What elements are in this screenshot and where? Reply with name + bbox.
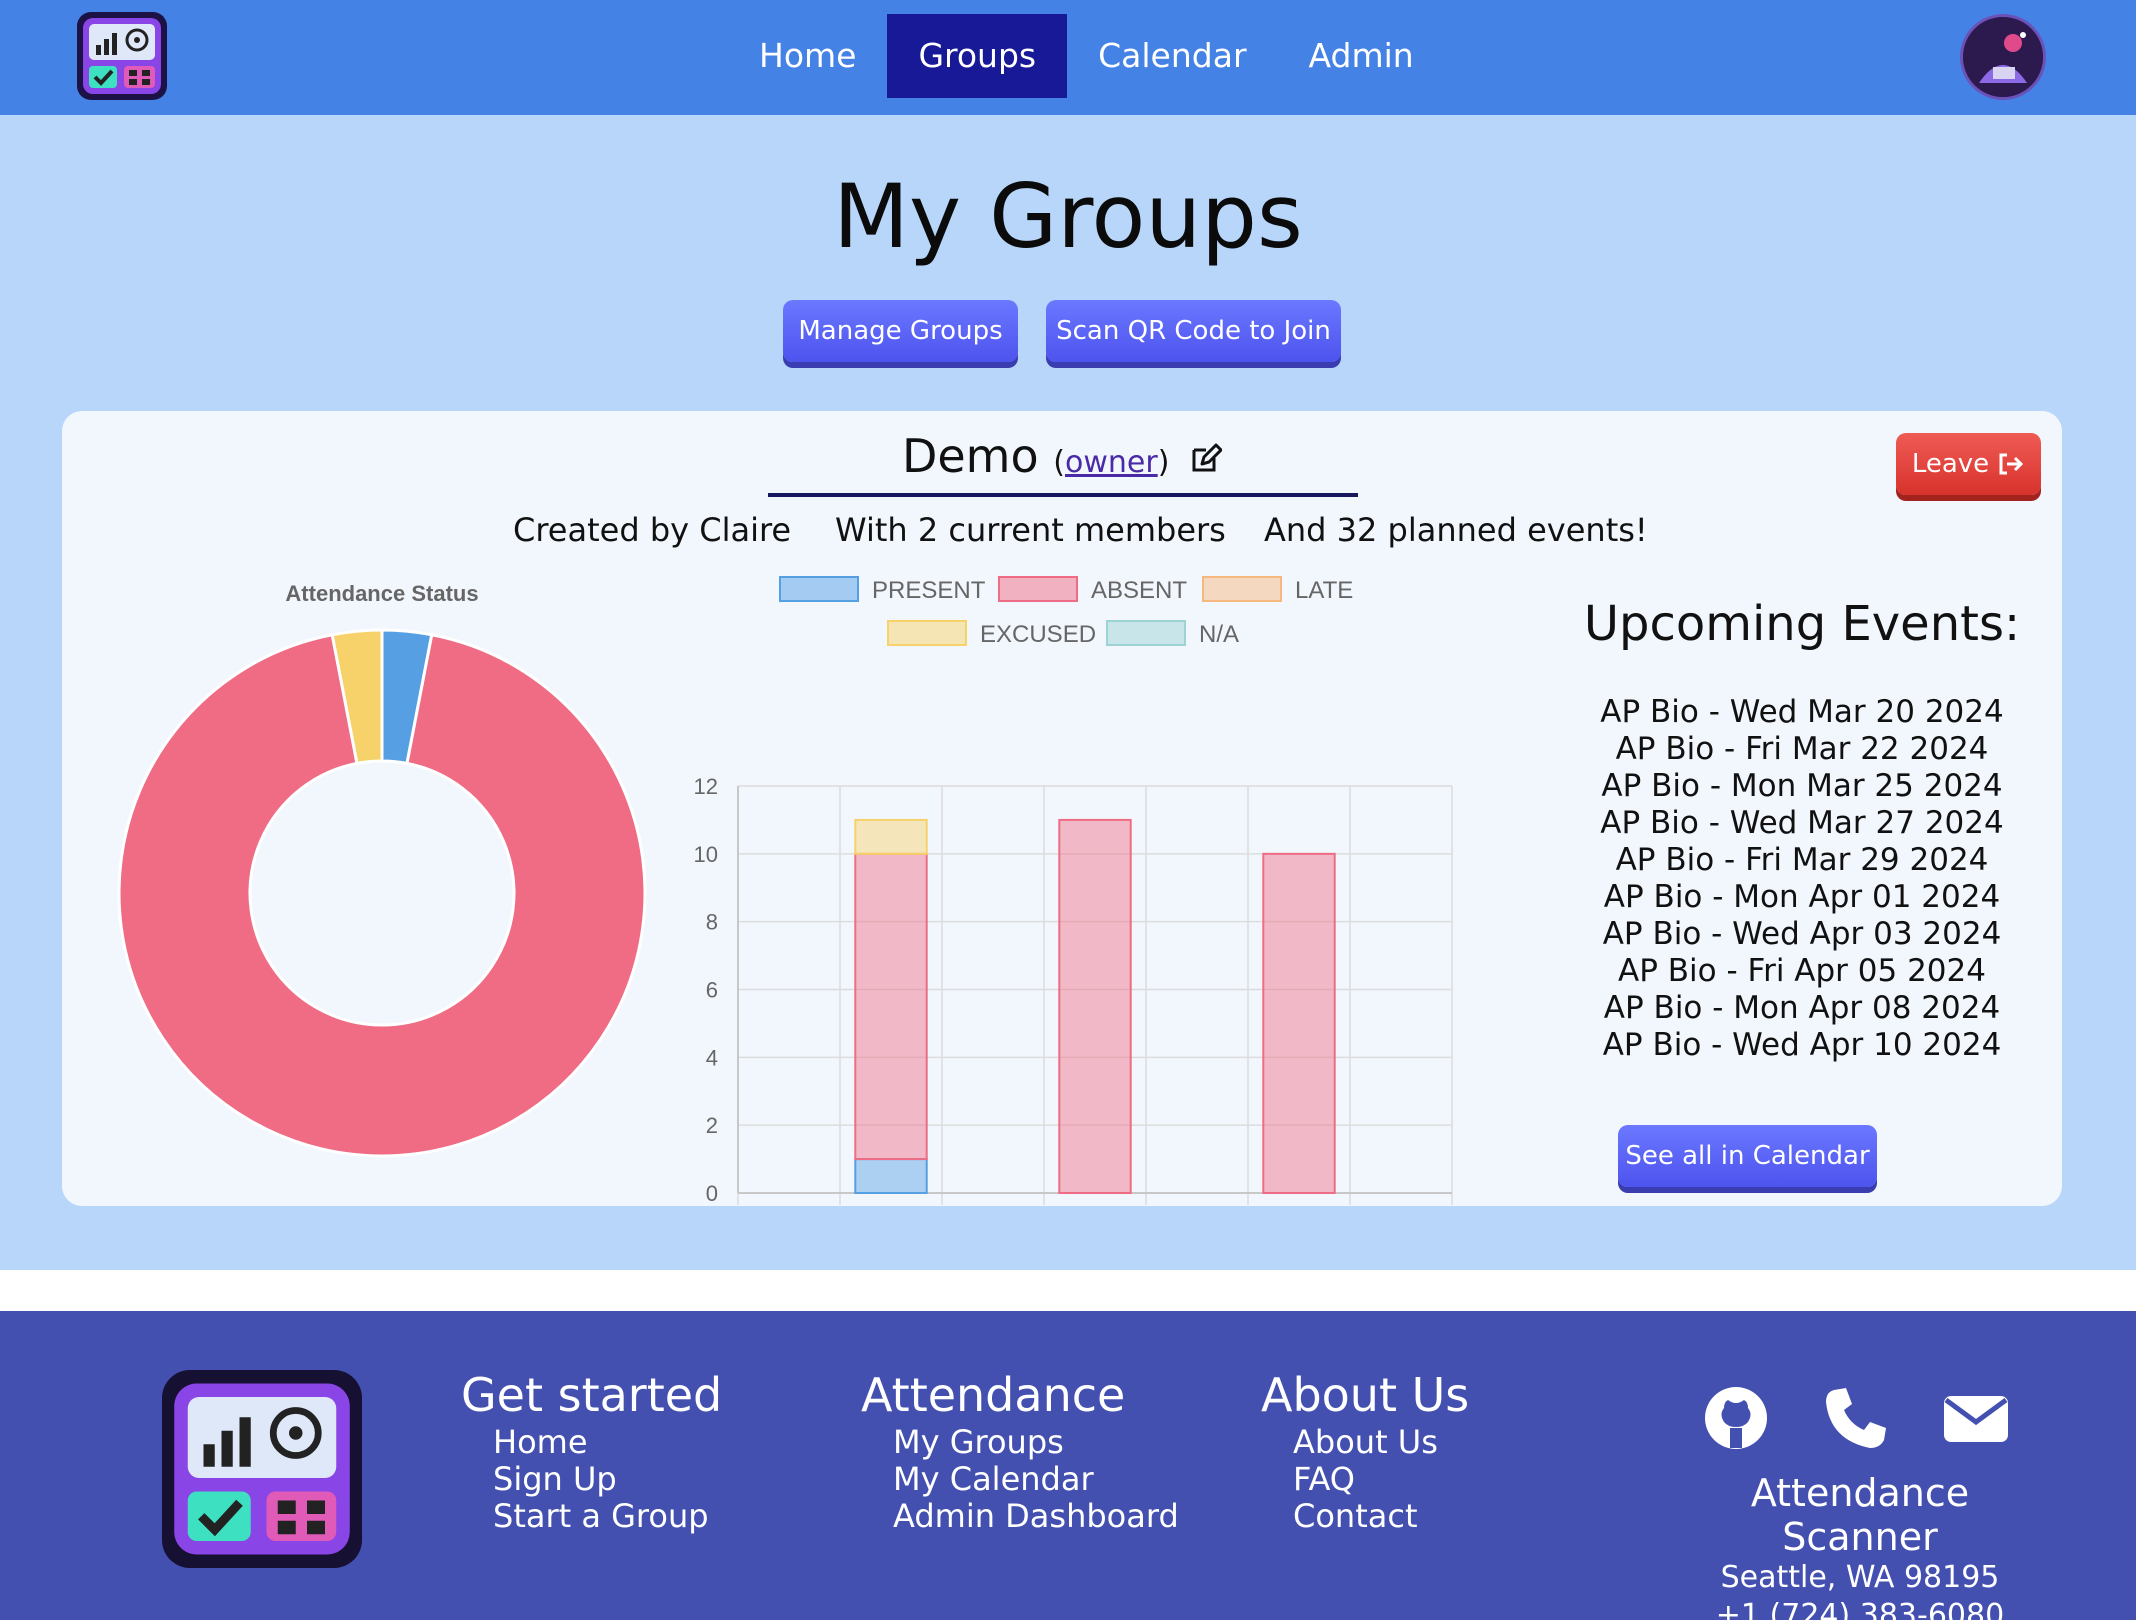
footer-col-title: Attendance	[861, 1368, 1126, 1422]
group-card: Demo (owner) Leave Created by Claire Wit…	[62, 411, 2062, 1206]
legend-label: PRESENT	[872, 577, 986, 604]
donut-title: Attendance Status	[285, 581, 478, 606]
footer: Get started Home Sign Up Start a Group A…	[0, 1311, 2136, 1620]
footer-logo[interactable]	[162, 1370, 362, 1568]
main-content: My Groups Manage Groups Scan QR Code to …	[0, 115, 2136, 1270]
upcoming-events-list: AP Bio - Wed Mar 20 2024 AP Bio - Fri Ma…	[1522, 694, 2082, 1064]
legend-swatch	[779, 576, 859, 602]
event-item[interactable]: AP Bio - Wed Mar 20 2024	[1522, 694, 2082, 731]
event-item[interactable]: AP Bio - Mon Apr 01 2024	[1522, 879, 2082, 916]
footer-col-title: About Us	[1261, 1368, 1470, 1422]
y-tick-label: 12	[694, 774, 718, 799]
org-location: Seattle, WA 98195	[1720, 1560, 2000, 1595]
footer-contact: Attendance Scanner Seattle, WA 98195 +1 …	[1670, 1471, 2050, 1620]
nav-link-home[interactable]: Home	[728, 14, 887, 98]
legend-label: N/A	[1199, 621, 1239, 648]
footer-link-faq[interactable]: FAQ	[1293, 1461, 1469, 1498]
y-tick-label: 8	[706, 910, 718, 935]
scan-qr-button[interactable]: Scan QR Code to Join	[1046, 300, 1341, 362]
leave-button[interactable]: Leave	[1896, 433, 2041, 495]
y-tick-label: 2	[706, 1113, 718, 1138]
bar-excused-monday	[854, 818, 928, 855]
event-item[interactable]: AP Bio - Fri Mar 22 2024	[1522, 731, 2082, 768]
footer-col-attendance: Attendance My Groups My Calendar Admin D…	[861, 1368, 1179, 1535]
event-item[interactable]: AP Bio - Fri Apr 05 2024	[1522, 953, 2082, 990]
y-tick-label: 0	[706, 1181, 718, 1206]
legend-swatch	[887, 620, 967, 646]
see-all-calendar-button[interactable]: See all in Calendar	[1618, 1125, 1877, 1187]
bar-present-monday	[854, 1158, 928, 1194]
phone-icon[interactable]	[1820, 1384, 1892, 1452]
legend-label: LATE	[1295, 577, 1353, 604]
upcoming-events-title: Upcoming Events:	[1583, 596, 2021, 652]
sign-out-icon	[1999, 453, 2024, 475]
y-tick-label: 10	[694, 842, 718, 867]
legend-label: EXCUSED	[980, 621, 1096, 648]
nav-links: Home Groups Calendar Admin	[728, 14, 1445, 98]
legend-swatch	[1202, 576, 1282, 602]
legend-swatch	[1106, 620, 1186, 646]
event-item[interactable]: AP Bio - Mon Apr 08 2024	[1522, 990, 2082, 1027]
bar-absent-monday	[854, 852, 928, 1161]
event-item[interactable]: AP Bio - Wed Apr 10 2024	[1522, 1027, 2082, 1064]
footer-link-my-groups[interactable]: My Groups	[893, 1424, 1179, 1461]
app-logo-icon	[83, 18, 161, 94]
github-icon[interactable]	[1700, 1384, 1772, 1452]
footer-link-contact[interactable]: Contact	[1293, 1498, 1469, 1535]
footer-link-start-group[interactable]: Start a Group	[493, 1498, 722, 1535]
footer-icons	[1700, 1384, 2012, 1452]
y-tick-label: 6	[706, 978, 718, 1003]
user-avatar[interactable]	[1960, 14, 2046, 100]
event-item[interactable]: AP Bio - Mon Mar 25 2024	[1522, 768, 2082, 805]
footer-col-get-started: Get started Home Sign Up Start a Group	[461, 1368, 722, 1535]
org-name: Attendance Scanner	[1750, 1471, 1970, 1559]
legend-swatch	[998, 576, 1078, 602]
manage-groups-button[interactable]: Manage Groups	[783, 300, 1018, 362]
footer-link-home[interactable]: Home	[493, 1424, 722, 1461]
footer-link-admin-dashboard[interactable]: Admin Dashboard	[893, 1498, 1179, 1535]
nav-link-admin[interactable]: Admin	[1278, 14, 1445, 98]
legend-label: ABSENT	[1091, 577, 1187, 604]
charts-area: Attendance Status PRESENT ABSENT LATE EXCUS…	[117, 576, 1453, 1206]
y-tick-label: 4	[706, 1045, 718, 1070]
event-item[interactable]: AP Bio - Fri Mar 29 2024	[1522, 842, 2082, 879]
event-item[interactable]: AP Bio - Wed Apr 03 2024	[1522, 916, 2082, 953]
nav-link-groups[interactable]: Groups	[887, 14, 1068, 98]
nav-link-calendar[interactable]: Calendar	[1067, 14, 1277, 98]
footer-col-title: Get started	[461, 1368, 723, 1422]
footer-link-sign-up[interactable]: Sign Up	[493, 1461, 722, 1498]
bar-absent-wednesday	[1058, 818, 1132, 1194]
leave-label: Leave	[1911, 449, 1990, 479]
weekday-bar-chart: PRESENTABSENTLATEEXCUSEDN/A024681012Sund…	[694, 576, 1453, 1206]
mail-icon[interactable]	[1940, 1384, 2012, 1452]
footer-logo-icon	[174, 1383, 350, 1555]
footer-link-my-calendar[interactable]: My Calendar	[893, 1461, 1179, 1498]
footer-col-about: About Us About Us FAQ Contact	[1261, 1368, 1469, 1535]
event-item[interactable]: AP Bio - Wed Mar 27 2024	[1522, 805, 2082, 842]
page-title: My Groups	[833, 165, 1303, 268]
app-logo[interactable]	[77, 12, 167, 100]
attendance-donut-chart: Attendance Status	[117, 581, 647, 1158]
top-navbar: Home Groups Calendar Admin	[0, 0, 2136, 115]
org-phone[interactable]: +1 (724) 383-6080	[1670, 1597, 2050, 1620]
footer-link-about-us[interactable]: About Us	[1293, 1424, 1469, 1461]
bar-absent-friday	[1262, 852, 1336, 1194]
avatar-image	[1963, 17, 2043, 97]
